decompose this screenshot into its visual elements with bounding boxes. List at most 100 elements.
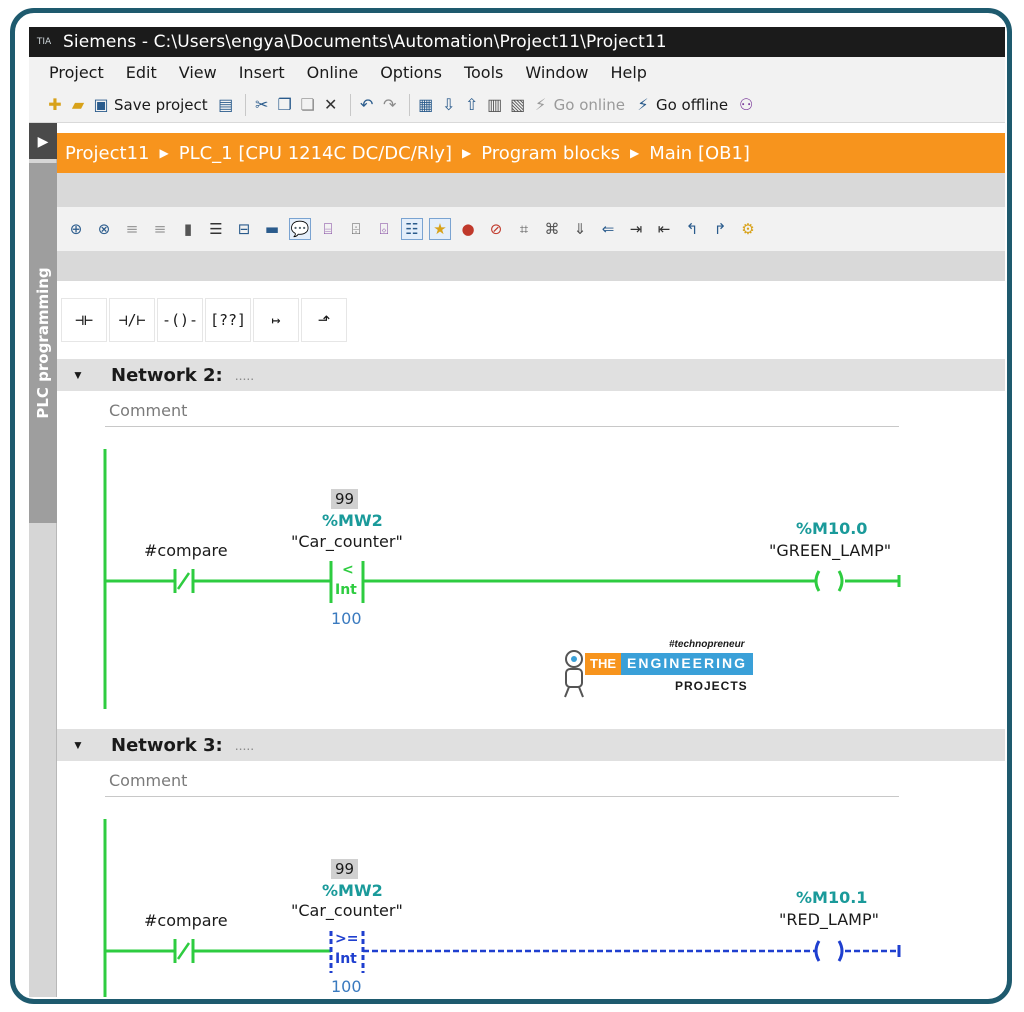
- new-project-icon[interactable]: ✚: [45, 95, 65, 115]
- upload-from-device-icon[interactable]: ⇧: [462, 95, 482, 115]
- normally-closed-contact-icon[interactable]: ⊣/⊢: [109, 298, 155, 342]
- network-3-comment[interactable]: Comment: [105, 765, 899, 797]
- undo-icon[interactable]: ↶: [357, 95, 377, 115]
- show-absolute-icon[interactable]: ☰: [205, 218, 227, 240]
- expand-arrow-icon[interactable]: ▶: [29, 123, 57, 159]
- nc-contact-compare[interactable]: [173, 939, 195, 963]
- breadcrumb-separator-icon: ▶: [461, 146, 472, 160]
- menu-tools[interactable]: Tools: [464, 63, 503, 82]
- indent-icon[interactable]: ⇥: [625, 218, 647, 240]
- nc-contact-compare[interactable]: [173, 569, 195, 593]
- compile-icon[interactable]: ▦: [416, 95, 436, 115]
- step-icon[interactable]: ⇓: [569, 218, 591, 240]
- breadcrumb-item[interactable]: Program blocks: [481, 143, 620, 164]
- normally-open-contact-icon[interactable]: ⊣⊢: [61, 298, 107, 342]
- go-offline-icon: ⚡: [637, 95, 649, 114]
- paste-icon[interactable]: ❏: [298, 95, 318, 115]
- menu-edit[interactable]: Edit: [126, 63, 157, 82]
- compare-tag-label: "Car_counter": [291, 532, 403, 551]
- redo-icon[interactable]: ↷: [380, 95, 400, 115]
- collapse-caret-icon[interactable]: ▼: [63, 368, 93, 382]
- toolbar-divider: [349, 93, 351, 116]
- save-project-button[interactable]: ▣ Save project: [91, 91, 207, 119]
- network-2-ladder: [103, 449, 901, 709]
- runtime-icon[interactable]: ▧: [508, 95, 528, 115]
- clear-breakpoint-icon[interactable]: ⊘: [485, 218, 507, 240]
- open-networks-icon[interactable]: ⊟: [233, 218, 255, 240]
- network-comments-icon[interactable]: 💬: [289, 218, 311, 240]
- monitor-icon[interactable]: ⌗: [513, 218, 535, 240]
- modify-icon[interactable]: ⌘: [541, 218, 563, 240]
- output-coil-icon[interactable]: -()-: [157, 298, 203, 342]
- ladder-instruction-toolbar: ⊣⊢ ⊣/⊢ -()- [??] ↦ ⬏: [57, 295, 1005, 345]
- reset-start-value-icon[interactable]: ▮: [177, 218, 199, 240]
- editor-toolbar: ⊕ ⊗ ≡ ≡ ▮ ☰ ⊟ ▬ 💬 ⌸ ⌹ ⌺ ☷ ★ ● ⊘ ⌗ ⌘ ⇓ ⇐ …: [57, 207, 1005, 251]
- breadcrumb-separator-icon: ▶: [630, 146, 640, 160]
- print-icon[interactable]: ▤: [216, 95, 236, 115]
- save-icon: ▣: [93, 95, 109, 114]
- previous-error-icon[interactable]: ↰: [681, 218, 703, 240]
- breakpoint-icon[interactable]: ●: [457, 218, 479, 240]
- tag-info-icon[interactable]: ⌹: [345, 218, 367, 240]
- coil-green-lamp[interactable]: [814, 570, 844, 592]
- list-view-icon[interactable]: ☷: [401, 218, 423, 240]
- compare-address-label: %MW2: [322, 511, 383, 530]
- menu-online[interactable]: Online: [307, 63, 359, 82]
- menu-window[interactable]: Window: [525, 63, 588, 82]
- menu-help[interactable]: Help: [610, 63, 646, 82]
- network-2-header[interactable]: ▼ Network 2: .....: [57, 359, 1005, 391]
- favorites-icon[interactable]: ★: [429, 218, 451, 240]
- outdent-icon[interactable]: ⇤: [653, 218, 675, 240]
- open-project-icon[interactable]: ▰: [68, 95, 88, 115]
- toolbar-divider: [408, 93, 410, 116]
- breadcrumb-item[interactable]: PLC_1 [CPU 1214C DC/DC/Rly]: [179, 143, 452, 164]
- absolute-operands-icon[interactable]: ⌸: [317, 218, 339, 240]
- monitoring-on-icon[interactable]: ⚙: [737, 218, 759, 240]
- network-2-comment[interactable]: Comment: [105, 395, 899, 427]
- add-row-icon[interactable]: ≡: [149, 218, 171, 240]
- menu-project[interactable]: Project: [49, 63, 104, 82]
- breadcrumb-item[interactable]: Main [OB1]: [649, 143, 750, 164]
- open-branch-icon[interactable]: ↦: [253, 298, 299, 342]
- compare-type: Int: [335, 582, 357, 598]
- compare-value-label: 99: [331, 489, 359, 509]
- toolbar-divider: [244, 93, 246, 116]
- empty-box-icon[interactable]: [??]: [205, 298, 251, 342]
- go-offline-button[interactable]: ⚡ Go offline: [633, 91, 728, 119]
- interface-bar: [57, 173, 1005, 207]
- main-toolbar: ✚ ▰ ▣ Save project ▤ ✂ ❐ ❏ ✕ ↶ ↷ ▦ ⇩ ⇧ ▥…: [29, 87, 1005, 123]
- tia-logo-icon: TIA: [36, 37, 52, 47]
- compare-address-label: %MW2: [322, 881, 383, 900]
- compare-operator: >=: [335, 931, 359, 947]
- menu-insert[interactable]: Insert: [239, 63, 285, 82]
- network-3-header[interactable]: ▼ Network 3: .....: [57, 729, 1005, 761]
- delete-icon[interactable]: ✕: [321, 95, 341, 115]
- insert-row-icon[interactable]: ≡: [121, 218, 143, 240]
- menu-view[interactable]: View: [179, 63, 217, 82]
- window-title: Siemens - C:\Users\engya\Documents\Autom…: [63, 32, 667, 52]
- copy-icon[interactable]: ❐: [275, 95, 295, 115]
- cut-icon[interactable]: ✂: [252, 95, 272, 115]
- compare-operator: <: [342, 562, 354, 578]
- compare-operand2-label: 100: [331, 977, 362, 996]
- collapse-caret-icon[interactable]: ▼: [63, 738, 93, 752]
- breadcrumb-separator-icon: ▶: [159, 146, 169, 160]
- compare-operand2-label: 100: [331, 609, 362, 628]
- menu-options[interactable]: Options: [380, 63, 442, 82]
- go-online-button[interactable]: ⚡ Go online: [531, 91, 625, 119]
- download-to-device-icon[interactable]: ⇩: [439, 95, 459, 115]
- breadcrumb-item[interactable]: Project11: [65, 143, 150, 164]
- next-error-icon[interactable]: ↱: [709, 218, 731, 240]
- insert-network-icon[interactable]: ⊕: [65, 218, 87, 240]
- coil-address-label: %M10.1: [796, 888, 868, 907]
- start-simulation-icon[interactable]: ▥: [485, 95, 505, 115]
- delete-network-icon[interactable]: ⊗: [93, 218, 115, 240]
- display-mode-icon[interactable]: ⌺: [373, 218, 395, 240]
- close-networks-icon[interactable]: ▬: [261, 218, 283, 240]
- breadcrumb: Project11 ▶ PLC_1 [CPU 1214C DC/DC/Rly] …: [57, 133, 1005, 173]
- accessible-devices-icon[interactable]: ⚇: [736, 95, 756, 115]
- close-branch-icon[interactable]: ⬏: [301, 298, 347, 342]
- go-to-icon[interactable]: ⇐: [597, 218, 619, 240]
- coil-red-lamp[interactable]: [814, 940, 844, 962]
- compare-value-label: 99: [331, 859, 359, 879]
